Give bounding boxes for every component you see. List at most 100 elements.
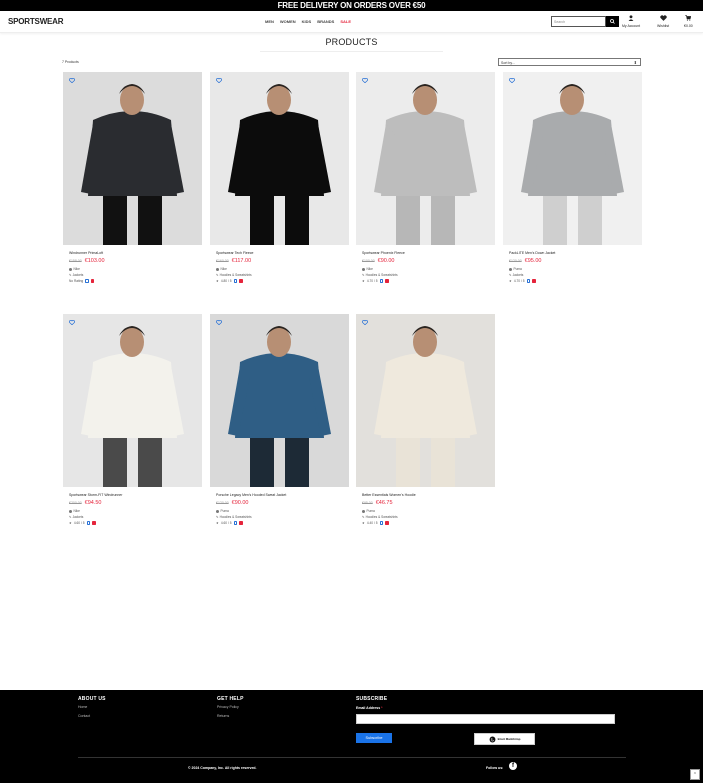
- original-price: €95.00: [362, 501, 373, 505]
- follow-label: Follow us:: [486, 766, 504, 770]
- wishlist-label: Wishlist: [657, 24, 670, 28]
- product-image[interactable]: [63, 314, 202, 487]
- delete-icon[interactable]: [239, 279, 243, 283]
- star-icon: ★: [362, 279, 365, 283]
- delete-icon[interactable]: [385, 521, 389, 525]
- wishlist-heart-icon[interactable]: [361, 319, 368, 326]
- sale-price: €103.00: [84, 258, 105, 264]
- facebook-icon[interactable]: f: [509, 762, 517, 770]
- delete-icon[interactable]: [90, 279, 95, 283]
- product-prices: €158.00 €103.00: [69, 258, 202, 264]
- delete-icon[interactable]: [385, 279, 389, 283]
- product-brand: Nike: [366, 267, 373, 271]
- delete-icon[interactable]: [239, 521, 243, 525]
- footer-about-title: ABOUT US: [78, 696, 106, 702]
- cart-link[interactable]: €0.00: [684, 15, 693, 28]
- product-name[interactable]: Sportswear Tech Fleece: [216, 251, 349, 255]
- product-card[interactable]: Better Essentials Women's Hoodie €95.00 €4…: [356, 314, 495, 526]
- page-title: PRODUCTS: [325, 37, 378, 47]
- product-prices: €120.00 €90.00: [216, 500, 349, 506]
- back-to-top-button[interactable]: ⌃: [690, 769, 700, 780]
- product-name[interactable]: Windrunner PrimaLoft: [69, 251, 202, 255]
- product-image[interactable]: [210, 72, 349, 245]
- product-rating: No Rating: [69, 279, 84, 283]
- product-rating: 4.70 / 5: [366, 279, 378, 283]
- sort-select[interactable]: Sort by... ⬍: [498, 58, 641, 66]
- product-category: Jackets: [72, 273, 84, 277]
- product-name[interactable]: Sportswear Phoenix Fleece: [362, 251, 495, 255]
- original-price: €120.00: [509, 259, 522, 263]
- product-name[interactable]: Better Essentials Women's Hoodie: [362, 493, 495, 497]
- product-card[interactable]: PackLITE Men's Down Jacket €120.00 €95.00 P…: [503, 72, 642, 284]
- product-card[interactable]: Sportswear Tech Fleece €160.00 €117.00 Nike…: [210, 72, 349, 284]
- product-card[interactable]: Windrunner PrimaLoft €158.00 €103.00 Nike ✎ …: [63, 72, 202, 284]
- product-card[interactable]: Porsche Legacy Men's Hooded Sweat Jacket…: [210, 314, 349, 526]
- product-card[interactable]: Sportswear Phoenix Fleece €100.00 €90.00 Ni…: [356, 72, 495, 284]
- account-label: My Account: [622, 24, 641, 28]
- product-image[interactable]: [356, 314, 495, 487]
- brand-icon: [216, 267, 219, 271]
- edit-icon[interactable]: [86, 521, 90, 525]
- nav-item-kids[interactable]: KIDS: [302, 19, 312, 24]
- search-form: Search: [551, 16, 619, 27]
- product-card[interactable]: Sportswear Storm-FIT Windrunner €200.00 €9…: [63, 314, 202, 526]
- sale-price: €46.75: [375, 500, 393, 506]
- wishlist-heart-icon[interactable]: [68, 77, 75, 84]
- product-meta: Nike ✎ Hoodies & Sweatshirts ★ 4.70 / 5: [362, 266, 495, 284]
- wishlist-heart-icon[interactable]: [68, 319, 75, 326]
- site-footer: [0, 690, 703, 783]
- footer-link-contact[interactable]: Contact: [78, 714, 90, 718]
- wishlist-heart-icon[interactable]: [215, 319, 222, 326]
- search-input[interactable]: Search: [551, 16, 606, 27]
- edit-icon[interactable]: [85, 279, 89, 283]
- product-name[interactable]: Porsche Legacy Men's Hooded Sweat Jacket: [216, 493, 349, 497]
- nav-item-men[interactable]: MEN: [265, 19, 274, 24]
- star-icon: ★: [509, 279, 512, 283]
- footer-subscribe-title: SUBSCRIBE: [356, 696, 388, 702]
- product-image[interactable]: [503, 72, 642, 245]
- sale-price: €95.00: [524, 258, 542, 264]
- site-logo[interactable]: SPORTSWEAR: [8, 17, 64, 26]
- wishlist-heart-icon[interactable]: [361, 77, 368, 84]
- edit-icon[interactable]: [233, 279, 237, 283]
- product-name[interactable]: Sportswear Storm-FIT Windrunner: [69, 493, 202, 497]
- product-rating: 4.40 / 5: [366, 521, 378, 525]
- edit-icon[interactable]: [379, 521, 383, 525]
- wishlist-link[interactable]: Wishlist: [657, 15, 669, 28]
- edit-icon[interactable]: [379, 279, 383, 283]
- product-image[interactable]: [63, 72, 202, 245]
- subscribe-button[interactable]: Subscribe: [356, 733, 392, 743]
- product-prices: €95.00 €46.75: [362, 500, 495, 506]
- product-brand: Nike: [73, 267, 80, 271]
- edit-icon[interactable]: [233, 521, 237, 525]
- mailchimp-badge[interactable]: Intuit Mailchimp: [474, 733, 535, 745]
- wishlist-heart-icon[interactable]: [215, 77, 222, 84]
- footer-link-home[interactable]: Home: [78, 705, 87, 709]
- product-category: Jackets: [512, 273, 524, 277]
- product-image[interactable]: [356, 72, 495, 245]
- nav-item-sale[interactable]: SALE: [340, 19, 351, 24]
- brand-icon: [69, 509, 72, 513]
- delete-icon[interactable]: [92, 521, 96, 525]
- chevron-down-icon: ⬍: [633, 59, 637, 65]
- footer-link-privacy[interactable]: Privacy Policy: [217, 705, 239, 709]
- delete-icon[interactable]: [532, 279, 536, 283]
- wishlist-heart-icon[interactable]: [508, 77, 515, 84]
- product-image[interactable]: [210, 314, 349, 487]
- brand-icon: [509, 267, 512, 271]
- product-name[interactable]: PackLITE Men's Down Jacket: [509, 251, 642, 255]
- arrow-up-icon: ⌃: [692, 772, 698, 778]
- nav-item-brands[interactable]: BRANDS: [317, 19, 334, 24]
- heart-icon: [657, 15, 669, 24]
- account-link[interactable]: My Account: [622, 15, 640, 28]
- footer-link-returns[interactable]: Returns: [217, 714, 229, 718]
- product-prices: €100.00 €90.00: [362, 258, 495, 264]
- product-meta: Nike ✎ Jackets No Rating: [69, 266, 202, 284]
- nav-item-women[interactable]: WOMEN: [280, 19, 296, 24]
- footer-divider: [78, 757, 626, 758]
- promo-bar: FREE DELIVERY ON ORDERS OVER €50: [0, 0, 703, 11]
- edit-icon[interactable]: [526, 279, 530, 283]
- search-button[interactable]: [606, 16, 619, 27]
- brand-icon: [362, 267, 365, 271]
- email-field[interactable]: [356, 714, 615, 724]
